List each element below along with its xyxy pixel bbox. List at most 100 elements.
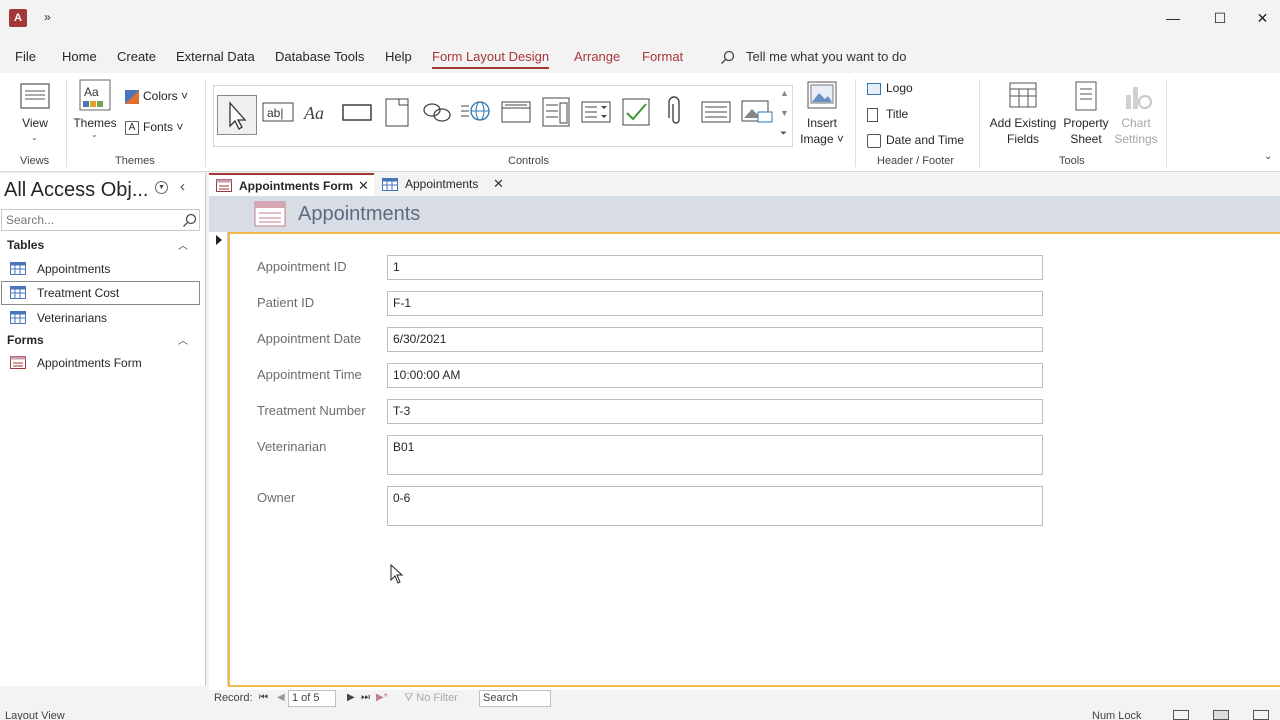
gallery-expand-icon[interactable]: ⏷: [780, 128, 787, 139]
maximize-button[interactable]: ☐: [1197, 6, 1243, 30]
field-patient-id[interactable]: F-1: [387, 291, 1043, 316]
navigation-control[interactable]: [500, 96, 532, 128]
no-filter-button[interactable]: ⛛ No Filter: [404, 692, 458, 705]
fonts-button[interactable]: A Fonts ˅: [125, 120, 183, 135]
collapse-ribbon-icon[interactable]: ⌄: [1264, 151, 1272, 162]
nav-item-appointments-table[interactable]: Appointments: [1, 257, 200, 281]
insert-image-button[interactable]: Insert Image ˅: [795, 115, 849, 147]
record-search-input[interactable]: Search: [479, 690, 551, 707]
tab-external-data[interactable]: External Data: [176, 49, 255, 64]
tab-database-tools[interactable]: Database Tools: [275, 49, 364, 64]
colors-button[interactable]: Colors ˅: [125, 89, 188, 104]
nav-search-input[interactable]: [2, 210, 172, 230]
tab-format[interactable]: Format: [642, 49, 683, 64]
property-sheet-button[interactable]: Property Sheet: [1058, 115, 1114, 147]
tab-home[interactable]: Home: [62, 49, 97, 64]
date-time-button[interactable]: Date and Time: [867, 133, 964, 148]
previous-record-icon[interactable]: ◀: [277, 692, 285, 703]
insert-image-icon: [807, 81, 837, 109]
next-record-icon[interactable]: ▶: [347, 692, 355, 703]
check-box-control[interactable]: [620, 96, 652, 128]
view-button[interactable]: View: [20, 115, 50, 131]
tell-me-search[interactable]: Tell me what you want to do: [720, 49, 906, 66]
field-label-treatment-number: Treatment Number: [257, 403, 366, 418]
access-app-icon[interactable]: A: [9, 9, 27, 27]
attachment-control[interactable]: [660, 96, 692, 128]
nav-section-forms[interactable]: Forms ︿: [0, 328, 205, 352]
group-label-themes: Themes: [115, 155, 155, 167]
field-appointment-id[interactable]: 1: [387, 255, 1043, 280]
no-filter-label: No Filter: [416, 692, 458, 704]
close-window-button[interactable]: ✕: [1245, 6, 1280, 30]
label-control[interactable]: Aa: [302, 96, 334, 128]
design-view-icon[interactable]: [1253, 710, 1269, 720]
view-status: Layout View: [5, 710, 65, 720]
field-label-appointment-time: Appointment Time: [257, 367, 362, 382]
field-appointment-time[interactable]: 10:00:00 AM: [387, 363, 1043, 388]
close-tab-icon[interactable]: ✕: [358, 178, 369, 194]
option-group-control[interactable]: [540, 96, 572, 128]
new-record-icon[interactable]: ▶*: [376, 692, 388, 703]
doc-tab-appointments[interactable]: Appointments ✕: [375, 173, 510, 196]
image-control[interactable]: [740, 96, 773, 128]
close-tab-icon[interactable]: ✕: [493, 176, 504, 192]
tab-create[interactable]: Create: [117, 49, 156, 64]
shutter-bar-close-icon[interactable]: ‹: [180, 178, 185, 195]
tab-arrange[interactable]: Arrange: [574, 49, 620, 64]
chart-settings-icon: [1126, 87, 1152, 109]
list-box-icon: [701, 101, 731, 123]
collapse-section-icon[interactable]: ︿: [178, 332, 188, 347]
web-browser-control[interactable]: [460, 96, 492, 128]
document-tabs: Appointments Form ✕ Appointments ✕: [209, 173, 1280, 196]
gallery-scroll-up-icon[interactable]: ▲: [780, 88, 789, 98]
current-record-input[interactable]: 1 of 5: [288, 690, 336, 707]
nav-menu-dropdown-icon[interactable]: ▼: [155, 181, 168, 194]
add-fields-label-2: Fields: [1006, 132, 1039, 146]
nav-item-treatment-cost-table[interactable]: Treatment Cost: [1, 281, 200, 305]
field-owner[interactable]: 0-6: [387, 486, 1043, 526]
form-view-icon[interactable]: [1173, 710, 1189, 720]
gallery-scroll-down-icon[interactable]: ▼: [780, 108, 789, 118]
minimize-button[interactable]: —: [1150, 6, 1196, 30]
first-record-icon[interactable]: ⏮: [259, 692, 268, 703]
title-label: Title: [886, 107, 909, 121]
nav-pane-title[interactable]: All Access Obj...: [4, 179, 149, 202]
select-control[interactable]: [217, 95, 257, 135]
last-record-icon[interactable]: ⏭: [361, 692, 370, 703]
layout-view-icon[interactable]: [1213, 710, 1229, 720]
chart-settings-button[interactable]: Chart Settings: [1108, 115, 1164, 147]
nav-item-veterinarians-table[interactable]: Veterinarians: [1, 306, 200, 330]
group-label-views: Views: [20, 155, 50, 167]
nav-section-tables[interactable]: Tables ︿: [0, 233, 205, 257]
form-detail-section: Appointment ID 1 Patient ID F-1 Appointm…: [228, 232, 1280, 687]
record-selector[interactable]: [209, 232, 228, 686]
field-appointment-date[interactable]: 6/30/2021: [387, 327, 1043, 352]
field-label-appointment-id: Appointment ID: [257, 259, 347, 274]
textbox-control[interactable]: ab|: [262, 96, 294, 128]
mouse-cursor-icon: [390, 564, 404, 584]
doc-tab-appointments-form[interactable]: Appointments Form ✕: [209, 173, 374, 196]
logo-button[interactable]: Logo: [867, 81, 913, 95]
nav-item-appointments-form[interactable]: Appointments Form: [1, 351, 200, 375]
collapse-section-icon[interactable]: ︿: [178, 237, 188, 252]
quick-access-more-icon[interactable]: »: [44, 10, 51, 24]
navigation-control-icon: [501, 101, 531, 123]
navigation-pane: All Access Obj... ▼ ‹ Tables ︿ Appointme…: [0, 173, 206, 686]
field-veterinarian[interactable]: B01: [387, 435, 1043, 475]
tab-form-layout-design[interactable]: Form Layout Design: [432, 49, 550, 69]
field-treatment-number[interactable]: T-3: [387, 399, 1043, 424]
hyperlink-control[interactable]: [421, 96, 453, 128]
list-box-control[interactable]: [700, 96, 732, 128]
label-aa-icon: Aa: [303, 103, 324, 123]
search-icon[interactable]: [182, 213, 197, 228]
button-control[interactable]: [341, 96, 373, 128]
tab-help[interactable]: Help: [385, 49, 412, 64]
tab-control[interactable]: [381, 96, 413, 128]
themes-button[interactable]: Themes: [72, 115, 118, 131]
combo-box-control[interactable]: [580, 96, 612, 128]
title-button[interactable]: Title: [867, 107, 908, 122]
group-separator: [979, 79, 980, 167]
tab-file[interactable]: File: [15, 49, 36, 64]
add-existing-fields-button[interactable]: Add Existing Fields: [988, 115, 1058, 147]
form-title[interactable]: Appointments: [298, 203, 420, 226]
